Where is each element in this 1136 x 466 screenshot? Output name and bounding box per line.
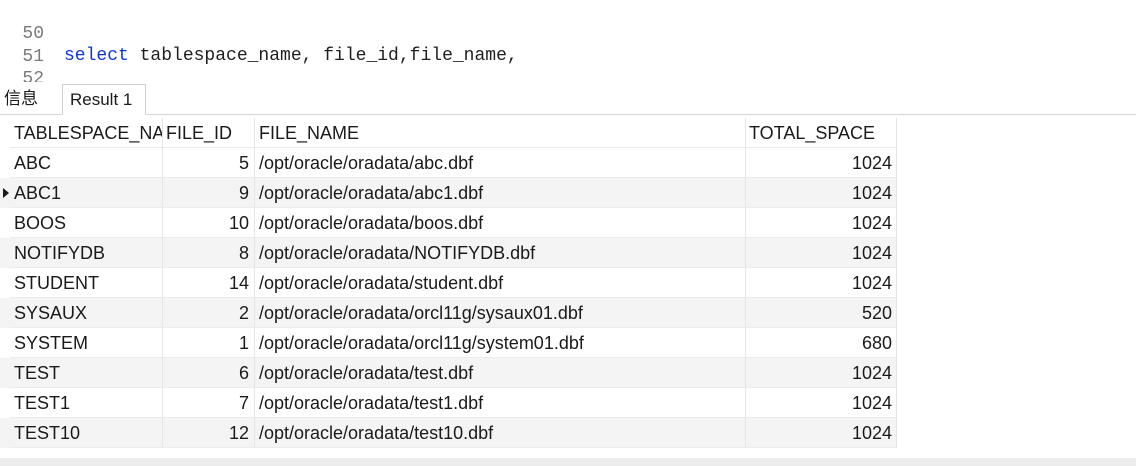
cell-total-space[interactable]: 680 [746, 328, 897, 358]
cell-file-id[interactable]: 9 [163, 178, 255, 208]
cell-tablespace-name[interactable]: TEST10 [10, 418, 163, 448]
cell-file-id[interactable]: 2 [163, 298, 255, 328]
table-row[interactable]: SYSAUX 2/opt/oracle/oradata/orcl11g/sysau… [0, 298, 897, 328]
column-header-tablespace-name[interactable]: TABLESPACE_NAME [10, 118, 163, 148]
code-text[interactable]: select tablespace_name, file_id,file_nam… [64, 45, 518, 67]
current-row-indicator-icon [3, 188, 9, 198]
cell-total-space[interactable]: 1024 [746, 418, 897, 448]
cell-file-name[interactable]: /opt/oracle/oradata/student.dbf [255, 268, 746, 298]
result-tabbar: 信息 Result 1 [0, 82, 1136, 115]
cell-file-id[interactable]: 1 [163, 328, 255, 358]
table-row[interactable]: STUDENT 14/opt/oracle/oradata/student.dbf… [0, 268, 897, 298]
column-header-file-name[interactable]: FILE_NAME [255, 118, 746, 148]
cell-total-space[interactable]: 1024 [746, 148, 897, 178]
cell-file-name[interactable]: /opt/oracle/oradata/abc.dbf [255, 148, 746, 178]
tab-result-1[interactable]: Result 1 [62, 84, 146, 115]
column-header-total-space[interactable]: TOTAL_SPACE [746, 118, 897, 148]
cell-tablespace-name[interactable]: SYSAUX [10, 298, 163, 328]
cell-tablespace-name[interactable]: ABC [10, 148, 163, 178]
cell-file-name[interactable]: /opt/oracle/oradata/abc1.dbf [255, 178, 746, 208]
code-token: select [64, 46, 129, 66]
cell-file-name[interactable]: /opt/oracle/oradata/test10.dbf [255, 418, 746, 448]
cell-tablespace-name[interactable]: TEST1 [10, 388, 163, 418]
cell-file-id[interactable]: 14 [163, 268, 255, 298]
table-row[interactable]: TEST1 7/opt/oracle/oradata/test1.dbf 1024 [0, 388, 897, 418]
horizontal-scrollbar[interactable] [0, 458, 1136, 466]
cell-file-id[interactable]: 10 [163, 208, 255, 238]
table-row[interactable]: BOOS 10/opt/oracle/oradata/boos.dbf 1024 [0, 208, 897, 238]
cell-file-id[interactable]: 5 [163, 148, 255, 178]
cell-tablespace-name[interactable]: BOOS [10, 208, 163, 238]
cell-file-id[interactable]: 6 [163, 358, 255, 388]
cell-file-name[interactable]: /opt/oracle/oradata/NOTIFYDB.dbf [255, 238, 746, 268]
cell-total-space[interactable]: 1024 [746, 178, 897, 208]
cell-total-space[interactable]: 520 [746, 298, 897, 328]
table-row[interactable]: TEST 6/opt/oracle/oradata/test.dbf 1024 [0, 358, 897, 388]
cell-file-name[interactable]: /opt/oracle/oradata/test1.dbf [255, 388, 746, 418]
grid-header: TABLESPACE_NAME FILE_ID FILE_NAME TOTAL_… [0, 118, 897, 148]
code-line-51[interactable]: 51 [0, 24, 44, 67]
cell-tablespace-name[interactable]: SYSTEM [10, 328, 163, 358]
result-grid[interactable]: TABLESPACE_NAME FILE_ID FILE_NAME TOTAL_… [0, 118, 1136, 450]
cell-file-id[interactable]: 8 [163, 238, 255, 268]
cell-file-id[interactable]: 7 [163, 388, 255, 418]
cell-total-space[interactable]: 1024 [746, 268, 897, 298]
cell-file-id[interactable]: 12 [163, 418, 255, 448]
code-line-52[interactable]: 52 round(bytes/(1024*1024),0) total_spac… [0, 46, 971, 111]
cell-total-space[interactable]: 1024 [746, 238, 897, 268]
table-row[interactable]: ABC1 9/opt/oracle/oradata/abc1.dbf 1024 [0, 178, 897, 208]
cell-file-name[interactable]: /opt/oracle/oradata/orcl11g/sysaux01.dbf [255, 298, 746, 328]
table-row[interactable]: TEST10 12/opt/oracle/oradata/test10.dbf 10… [0, 418, 897, 448]
table-row[interactable]: SYSTEM 1/opt/oracle/oradata/orcl11g/syste… [0, 328, 897, 358]
cell-total-space[interactable]: 1024 [746, 358, 897, 388]
table-row[interactable]: ABC 5/opt/oracle/oradata/abc.dbf 1024 [0, 148, 897, 178]
column-header-file-id[interactable]: FILE_ID [163, 118, 255, 148]
cell-total-space[interactable]: 1024 [746, 388, 897, 418]
code-token: tablespace_name, file_id,file_name, [128, 46, 518, 66]
cell-file-name[interactable]: /opt/oracle/oradata/orcl11g/system01.dbf [255, 328, 746, 358]
cell-tablespace-name[interactable]: STUDENT [10, 268, 163, 298]
tab-info[interactable]: 信息 [4, 84, 56, 114]
table-row[interactable]: NOTIFYDB 8/opt/oracle/oradata/NOTIFYDB.db… [0, 238, 897, 268]
sql-editor[interactable]: 50 select tablespace_name, file_id,file_… [0, 0, 1136, 111]
cell-file-name[interactable]: /opt/oracle/oradata/test.dbf [255, 358, 746, 388]
cell-total-space[interactable]: 1024 [746, 208, 897, 238]
cell-tablespace-name[interactable]: ABC1 [10, 178, 163, 208]
cell-tablespace-name[interactable]: TEST [10, 358, 163, 388]
code-line-50[interactable]: 50 select tablespace_name, file_id,file_… [0, 1, 517, 66]
cell-tablespace-name[interactable]: NOTIFYDB [10, 238, 163, 268]
cell-file-name[interactable]: /opt/oracle/oradata/boos.dbf [255, 208, 746, 238]
